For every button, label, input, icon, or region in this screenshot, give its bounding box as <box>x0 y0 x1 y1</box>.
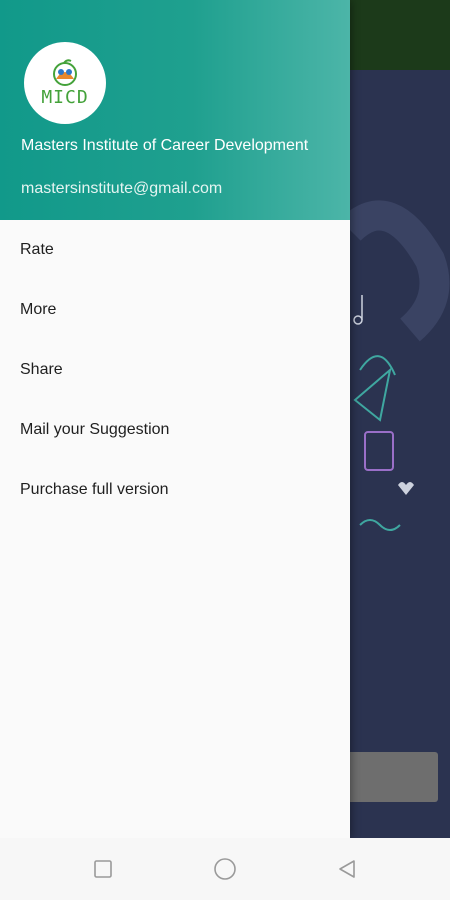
recents-square-icon <box>94 860 112 878</box>
drawer-header: MICD Masters Institute of Career Develop… <box>0 0 350 220</box>
menu-item-label: Purchase full version <box>20 481 169 498</box>
organization-email: mastersinstitute@gmail.com <box>21 180 223 197</box>
menu-item-mail-suggestion[interactable]: Mail your Suggestion <box>0 400 350 460</box>
menu-item-label: More <box>20 301 57 318</box>
background-doodle-art <box>350 200 450 531</box>
logo-emblem-icon <box>53 58 77 86</box>
micd-logo: MICD <box>24 42 106 124</box>
menu-item-more[interactable]: More <box>0 280 350 340</box>
menu-item-label: Rate <box>20 241 54 258</box>
background-button <box>350 752 438 802</box>
menu-item-rate[interactable]: Rate <box>0 220 350 280</box>
home-button[interactable] <box>212 856 238 882</box>
drawer-menu: Rate More Share Mail your Suggestion Pur… <box>0 220 350 520</box>
recents-button[interactable] <box>90 856 116 882</box>
back-triangle-icon <box>339 860 355 878</box>
home-circle-icon <box>214 858 236 880</box>
menu-item-share[interactable]: Share <box>0 340 350 400</box>
system-navigation-bar <box>0 838 450 900</box>
menu-item-purchase-full-version[interactable]: Purchase full version <box>0 460 350 520</box>
logo-text: MICD <box>41 86 89 108</box>
navigation-drawer: MICD Masters Institute of Career Develop… <box>0 0 350 838</box>
back-button[interactable] <box>334 856 360 882</box>
menu-item-label: Mail your Suggestion <box>20 421 170 438</box>
menu-item-label: Share <box>20 361 63 378</box>
organization-name: Masters Institute of Career Development <box>21 137 309 154</box>
